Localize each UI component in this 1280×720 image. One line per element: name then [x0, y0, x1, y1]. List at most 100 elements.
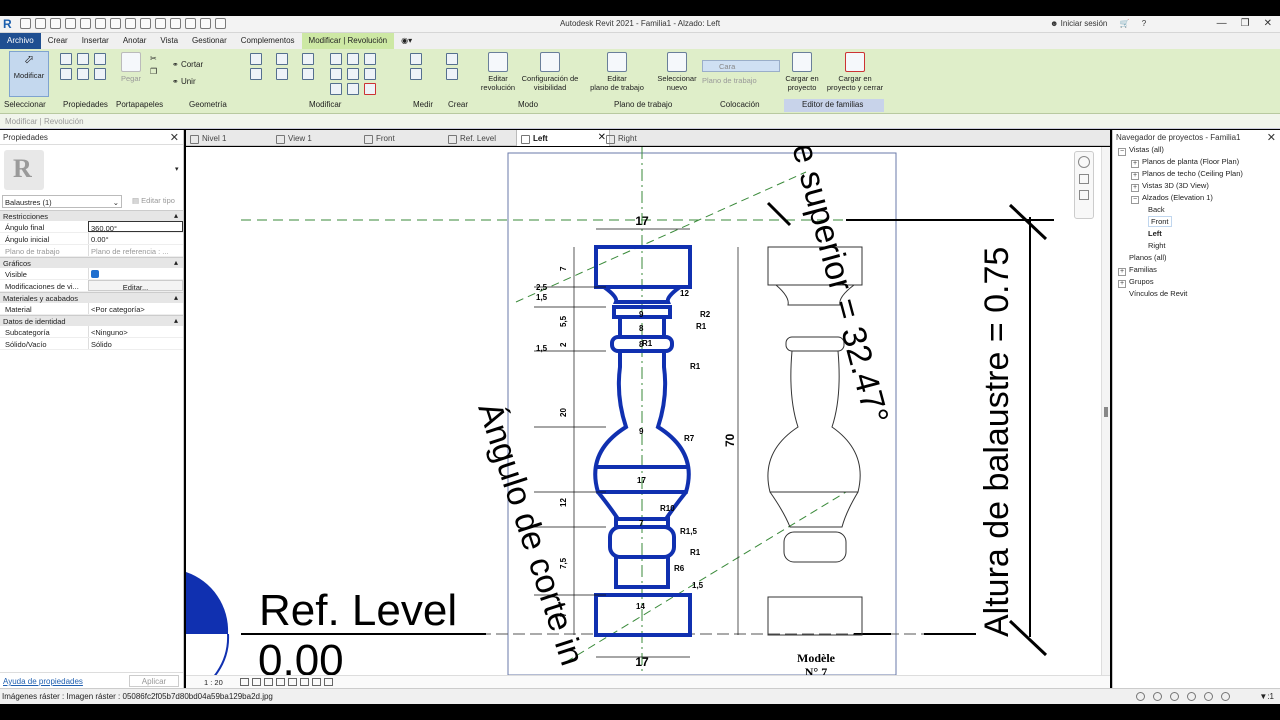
create-similar-icon[interactable]	[446, 53, 458, 65]
mirror-draw-icon[interactable]	[330, 53, 342, 65]
property-group-header[interactable]: Materiales y acabados	[0, 292, 183, 303]
crop-view-icon[interactable]	[288, 678, 297, 686]
cut-geometry-icon[interactable]: ✂	[150, 54, 157, 63]
tree-node-back[interactable]: Back	[1113, 205, 1280, 217]
tree-node-vistas-3d-3d-view-[interactable]: + Vistas 3D (3D View)	[1113, 181, 1280, 193]
property-value[interactable]: <Por categoría>	[88, 303, 183, 314]
save-icon[interactable]	[35, 18, 46, 29]
close-hidden-icon[interactable]	[200, 18, 211, 29]
tree-node-vistas-all-[interactable]: − Vistas (all)	[1113, 145, 1280, 157]
trim-icon[interactable]	[364, 53, 376, 65]
property-value[interactable]: Editar...	[88, 280, 183, 291]
property-group-header[interactable]: Restricciones	[0, 210, 183, 221]
expand-icon[interactable]: +	[1118, 268, 1126, 276]
visible-checkbox[interactable]	[88, 268, 183, 279]
family-types-icon[interactable]	[77, 53, 89, 65]
tree-node-v-nculos-de-revit[interactable]: Vínculos de Revit	[1113, 289, 1280, 301]
worksharing-icon[interactable]	[1136, 692, 1145, 701]
tree-node-familias[interactable]: + Familias	[1113, 265, 1280, 277]
type-selector-dropdown-icon[interactable]: ▾	[175, 165, 179, 173]
ribbon-tab-3[interactable]: Anotar	[116, 33, 154, 49]
offset-icon[interactable]	[276, 53, 288, 65]
join-button[interactable]: ⚭ Unir	[172, 77, 196, 86]
array-icon[interactable]	[330, 68, 342, 80]
ribbon-panel-title-8[interactable]: Plano de trabajo	[614, 100, 672, 109]
tree-node-alzados-elevation-1-[interactable]: − Alzados (Elevation 1)	[1113, 193, 1280, 205]
expand-icon[interactable]: +	[1131, 160, 1139, 168]
expand-icon[interactable]: +	[1131, 184, 1139, 192]
close-icon[interactable]: ✕	[1264, 18, 1272, 29]
view-tab-front[interactable]: Front	[360, 130, 440, 146]
tree-node-left[interactable]: Left	[1113, 229, 1280, 241]
drawing-canvas[interactable]: 17 17 70 7 2,5 1,5 5,5 2 1,5 20 12 7,5 7 12 9 8 8 9 17…	[186, 147, 1101, 675]
view-tab-ref-level[interactable]: Ref. Level	[444, 130, 524, 146]
ribbon-panel-title-10[interactable]: Editor de familias	[802, 100, 863, 109]
edit-workplane-button[interactable]: Editar plano de trabajo	[586, 52, 648, 92]
split-icon[interactable]	[347, 53, 359, 65]
edit-type-button[interactable]: ▤ Editar tipo	[132, 196, 175, 205]
cart-icon[interactable]: 🛒	[1120, 19, 1130, 28]
ribbon-panel-title-5[interactable]: Medir	[413, 100, 433, 109]
view-tab-nivel-1[interactable]: Nivel 1	[186, 130, 266, 146]
create-group-icon[interactable]	[446, 68, 458, 80]
open-icon[interactable]	[20, 18, 31, 29]
ribbon-tab-6[interactable]: Complementos	[234, 33, 302, 49]
show-crop-icon[interactable]	[300, 678, 309, 686]
property-group-header[interactable]: Datos de identidad	[0, 315, 183, 326]
ribbon-panel-title-4[interactable]: Modificar	[309, 100, 341, 109]
delete-icon[interactable]	[364, 83, 376, 95]
property-group-header[interactable]: Gráficos	[0, 257, 183, 268]
undo-icon[interactable]	[65, 18, 76, 29]
detail-level-icon[interactable]	[240, 678, 249, 686]
shadows-icon[interactable]	[276, 678, 285, 686]
ribbon-tab-2[interactable]: Insertar	[75, 33, 116, 49]
mirror-axis-icon[interactable]	[302, 53, 314, 65]
expand-icon[interactable]: +	[1131, 172, 1139, 180]
vertical-scrollbar[interactable]	[1101, 147, 1110, 675]
sun-path-icon[interactable]	[264, 678, 273, 686]
measure-icon[interactable]	[110, 18, 121, 29]
revit-logo[interactable]: R	[3, 17, 15, 31]
ribbon-panel-title-7[interactable]: Modo	[518, 100, 538, 109]
minimize-icon[interactable]: —	[1217, 18, 1227, 29]
ribbon-tab-5[interactable]: Gestionar	[185, 33, 234, 49]
dimension-icon[interactable]	[125, 18, 136, 29]
modify-button[interactable]: ⬀ Modificar	[9, 51, 49, 97]
scale-icon[interactable]	[347, 68, 359, 80]
move-icon[interactable]	[250, 68, 262, 80]
ribbon-tab-0[interactable]: Archivo	[0, 33, 41, 49]
property-value[interactable]: 360.00°	[88, 221, 183, 232]
properties-icon[interactable]	[60, 68, 72, 80]
print-icon[interactable]	[95, 18, 106, 29]
thin-lines-icon[interactable]	[185, 18, 196, 29]
aligned-dimension-icon[interactable]	[410, 68, 422, 80]
select-underlay-icon[interactable]	[1170, 692, 1179, 701]
workplane-placement-button[interactable]: Plano de trabajo	[702, 76, 757, 85]
apply-button[interactable]: Aplicar	[129, 675, 179, 687]
collapse-icon[interactable]: −	[1131, 196, 1139, 204]
sign-in-link[interactable]: ☻ Iniciar sesión 🛒 ?	[1050, 19, 1146, 28]
paste-button[interactable]: Pegar	[118, 52, 144, 83]
restore-icon[interactable]: ❐	[1241, 18, 1250, 29]
face-placement-button[interactable]: Cara	[702, 60, 780, 72]
load-into-project-button[interactable]: Cargar en proyecto	[782, 52, 822, 92]
redo-icon[interactable]	[80, 18, 91, 29]
zoom-region-icon[interactable]	[1079, 190, 1089, 200]
pin-icon[interactable]	[364, 68, 376, 80]
tree-node-planos-de-techo-ceiling-plan-[interactable]: + Planos de techo (Ceiling Plan)	[1113, 169, 1280, 181]
3d-view-icon[interactable]	[155, 18, 166, 29]
scroll-thumb[interactable]	[1104, 407, 1108, 417]
visual-style-icon[interactable]	[252, 678, 261, 686]
ribbon-panel-title-6[interactable]: Crear	[448, 100, 468, 109]
ribbon-panel-title-9[interactable]: Colocación	[720, 100, 760, 109]
expand-icon[interactable]: +	[1118, 280, 1126, 288]
ribbon-tab-7[interactable]: Modificar | Revolución	[301, 33, 395, 49]
properties-help-link[interactable]: Ayuda de propiedades	[3, 677, 83, 686]
trim-extend-icon[interactable]	[347, 83, 359, 95]
ribbon-tab-1[interactable]: Crear	[41, 33, 75, 49]
load-into-project-close-button[interactable]: Cargar en proyecto y cerrar	[822, 52, 888, 92]
cut-button[interactable]: ⚭ Cortar	[172, 60, 203, 69]
rotate-icon[interactable]	[302, 68, 314, 80]
view-scale[interactable]: 1 : 20	[204, 678, 223, 687]
view-tab-right[interactable]: Right	[602, 130, 682, 146]
